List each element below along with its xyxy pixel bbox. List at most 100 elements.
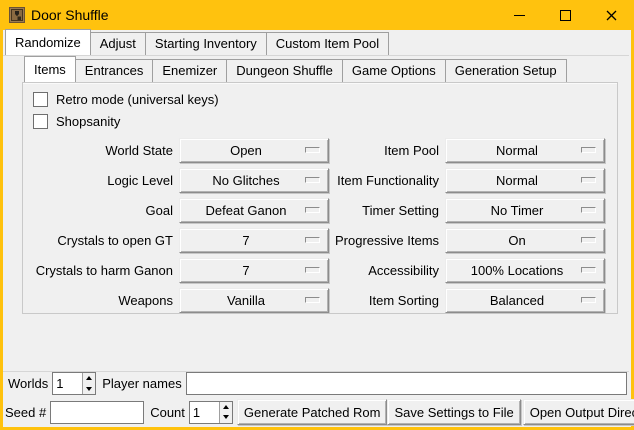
goal-dropdown[interactable]: Defeat Ganon xyxy=(179,198,329,223)
weapons-value: Vanilla xyxy=(227,293,265,308)
seed-row: Seed # Count Generate Patched Rom Save S… xyxy=(5,399,627,425)
arrow-up-icon xyxy=(223,405,229,409)
titlebar: Door Shuffle xyxy=(0,0,634,30)
count-spin-up-button[interactable] xyxy=(220,402,232,413)
dropdown-indicator-icon xyxy=(581,297,596,303)
accessibility-value: 100% Locations xyxy=(471,263,564,278)
worlds-spin-arrows xyxy=(82,373,95,394)
window-title: Door Shuffle xyxy=(31,7,109,23)
shopsanity-label: Shopsanity xyxy=(56,114,120,129)
items-pane: Retro mode (universal keys) Shopsanity W… xyxy=(22,82,618,314)
timer-setting-value: No Timer xyxy=(491,203,544,218)
generate-patched-rom-button[interactable]: Generate Patched Rom xyxy=(237,399,388,425)
retro-mode-checkbox[interactable] xyxy=(33,92,48,107)
dropdown-indicator-icon xyxy=(581,207,596,213)
minimize-button[interactable] xyxy=(496,0,542,30)
world-state-dropdown[interactable]: Open xyxy=(179,138,329,163)
seed-input[interactable] xyxy=(50,401,144,424)
crystals-ganon-value: 7 xyxy=(242,263,249,278)
tab-custom-item-pool[interactable]: Custom Item Pool xyxy=(266,32,389,55)
tab-adjust[interactable]: Adjust xyxy=(90,32,146,55)
item-sorting-value: Balanced xyxy=(490,293,544,308)
worlds-row: Worlds Player names xyxy=(8,372,627,395)
weapons-label: Weapons xyxy=(23,293,173,308)
dropdown-indicator-icon xyxy=(305,267,320,273)
accessibility-dropdown[interactable]: 100% Locations xyxy=(445,258,605,283)
tab-starting-inventory[interactable]: Starting Inventory xyxy=(145,32,267,55)
progressive-items-dropdown[interactable]: On xyxy=(445,228,605,253)
close-button[interactable] xyxy=(588,0,634,30)
crystals-ganon-label: Crystals to harm Ganon xyxy=(23,263,173,278)
close-icon xyxy=(606,10,617,21)
retro-mode-row: Retro mode (universal keys) xyxy=(33,88,617,110)
dropdown-indicator-icon xyxy=(581,177,596,183)
options-grid: World State Open Item Pool Normal Logic … xyxy=(23,135,617,315)
window-controls xyxy=(496,0,634,30)
door-shuffle-window: Door Shuffle Randomize Adjust Starting I… xyxy=(0,0,634,430)
item-pool-label: Item Pool xyxy=(335,143,439,158)
main-tabstrip: Randomize Adjust Starting Inventory Cust… xyxy=(3,30,631,55)
world-state-value: Open xyxy=(230,143,262,158)
dropdown-indicator-icon xyxy=(581,237,596,243)
dropdown-indicator-icon xyxy=(305,207,320,213)
item-sorting-label: Item Sorting xyxy=(335,293,439,308)
shopsanity-checkbox[interactable] xyxy=(33,114,48,129)
count-spinbox xyxy=(189,401,233,424)
shopsanity-row: Shopsanity xyxy=(33,110,617,132)
door-app-icon xyxy=(9,7,25,23)
tab-enemizer[interactable]: Enemizer xyxy=(152,59,227,82)
arrow-up-icon xyxy=(86,376,92,380)
crystals-gt-label: Crystals to open GT xyxy=(23,233,173,248)
minimize-icon xyxy=(514,15,525,16)
item-functionality-value: Normal xyxy=(496,173,538,188)
world-state-label: World State xyxy=(23,143,173,158)
randomize-pane: Items Entrances Enemizer Dungeon Shuffle… xyxy=(3,55,629,372)
item-sorting-dropdown[interactable]: Balanced xyxy=(445,288,605,313)
weapons-dropdown[interactable]: Vanilla xyxy=(179,288,329,313)
dropdown-indicator-icon xyxy=(305,147,320,153)
dropdown-indicator-icon xyxy=(581,267,596,273)
timer-setting-label: Timer Setting xyxy=(335,203,439,218)
logic-level-dropdown[interactable]: No Glitches xyxy=(179,168,329,193)
worlds-spinbox xyxy=(52,372,96,395)
checkbox-block: Retro mode (universal keys) Shopsanity xyxy=(23,83,617,132)
crystals-ganon-dropdown[interactable]: 7 xyxy=(179,258,329,283)
worlds-label: Worlds xyxy=(8,376,48,391)
count-input[interactable] xyxy=(190,402,219,423)
item-pool-dropdown[interactable]: Normal xyxy=(445,138,605,163)
open-output-directory-button[interactable]: Open Output Directory xyxy=(523,399,634,425)
crystals-gt-dropdown[interactable]: 7 xyxy=(179,228,329,253)
item-functionality-label: Item Functionality xyxy=(335,173,439,188)
accessibility-label: Accessibility xyxy=(335,263,439,278)
item-functionality-dropdown[interactable]: Normal xyxy=(445,168,605,193)
goal-label: Goal xyxy=(23,203,173,218)
arrow-down-icon xyxy=(86,387,92,391)
tab-randomize[interactable]: Randomize xyxy=(5,29,91,55)
dropdown-indicator-icon xyxy=(581,147,596,153)
tab-dungeon-shuffle[interactable]: Dungeon Shuffle xyxy=(226,59,343,82)
tab-game-options[interactable]: Game Options xyxy=(342,59,446,82)
player-names-input[interactable] xyxy=(186,372,627,395)
progressive-items-label: Progressive Items xyxy=(335,233,439,248)
inner-notebook: Items Entrances Enemizer Dungeon Shuffle… xyxy=(22,58,618,314)
goal-value: Defeat Ganon xyxy=(206,203,287,218)
seed-label: Seed # xyxy=(5,405,46,420)
save-settings-button[interactable]: Save Settings to File xyxy=(387,399,520,425)
tab-items[interactable]: Items xyxy=(24,56,76,82)
worlds-spin-down-button[interactable] xyxy=(83,384,95,395)
count-spin-down-button[interactable] xyxy=(220,412,232,423)
worlds-spin-up-button[interactable] xyxy=(83,373,95,384)
dropdown-indicator-icon xyxy=(305,237,320,243)
tab-generation-setup[interactable]: Generation Setup xyxy=(445,59,567,82)
crystals-gt-value: 7 xyxy=(242,233,249,248)
worlds-input[interactable] xyxy=(53,373,82,394)
player-names-label: Player names xyxy=(102,376,181,391)
maximize-icon xyxy=(560,10,571,21)
count-spin-arrows xyxy=(219,402,232,423)
maximize-button[interactable] xyxy=(542,0,588,30)
client-area: Randomize Adjust Starting Inventory Cust… xyxy=(3,30,631,427)
arrow-down-icon xyxy=(223,415,229,419)
timer-setting-dropdown[interactable]: No Timer xyxy=(445,198,605,223)
dropdown-indicator-icon xyxy=(305,177,320,183)
tab-entrances[interactable]: Entrances xyxy=(75,59,154,82)
